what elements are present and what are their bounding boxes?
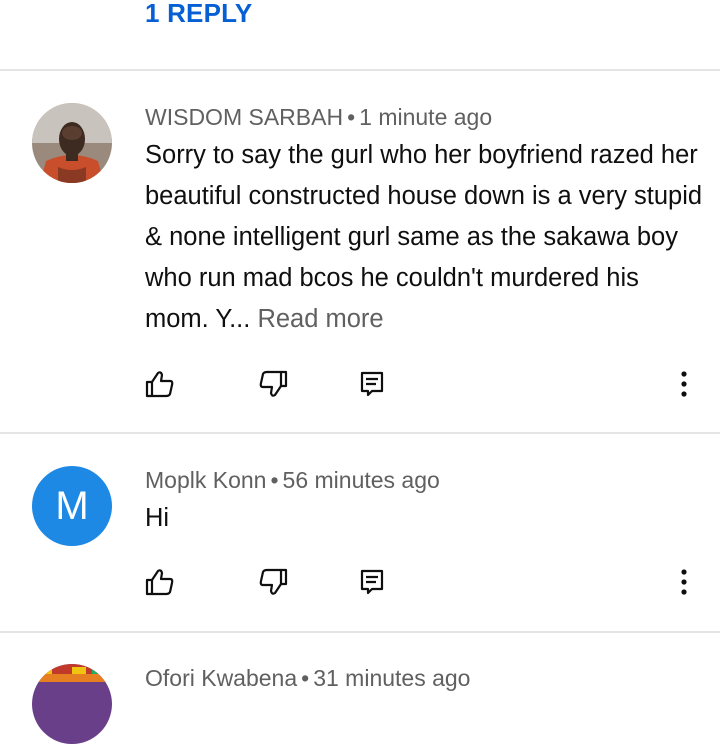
comment-text: Sorry to say the gurl who her boyfriend … bbox=[145, 135, 705, 340]
divider bbox=[0, 432, 720, 434]
divider bbox=[0, 69, 720, 71]
reply-icon bbox=[360, 569, 384, 595]
meta-separator: • bbox=[270, 467, 279, 493]
meta-separator: • bbox=[301, 665, 310, 691]
avatar[interactable] bbox=[32, 103, 112, 183]
more-options-button[interactable] bbox=[666, 564, 702, 600]
thumbs-up-icon bbox=[145, 371, 174, 398]
thumbs-down-icon bbox=[259, 568, 288, 595]
avatar[interactable] bbox=[32, 664, 112, 744]
dislike-button[interactable] bbox=[255, 366, 291, 402]
read-more-link[interactable]: Read more bbox=[257, 305, 383, 333]
author-name[interactable]: Moplk Konn bbox=[145, 467, 266, 493]
comment-body: Hi bbox=[145, 504, 170, 532]
reply-button[interactable] bbox=[354, 366, 390, 402]
thumbs-down-icon bbox=[259, 370, 288, 397]
comment-text: Hi bbox=[145, 498, 705, 539]
like-button[interactable] bbox=[142, 564, 178, 600]
divider bbox=[0, 631, 720, 633]
comment-meta: Moplk Konn • 56 minutes ago bbox=[145, 467, 440, 494]
like-button[interactable] bbox=[142, 366, 178, 402]
meta-separator: • bbox=[347, 104, 356, 130]
reply-button[interactable] bbox=[354, 564, 390, 600]
comment-meta: Ofori Kwabena • 31 minutes ago bbox=[145, 665, 470, 692]
reply-icon bbox=[360, 371, 384, 397]
thumbs-up-icon bbox=[145, 569, 174, 596]
comment-time: 1 minute ago bbox=[359, 104, 493, 130]
author-name[interactable]: WISDOM SARBAH bbox=[145, 104, 343, 130]
comment-time: 31 minutes ago bbox=[313, 665, 471, 691]
comment-actions bbox=[0, 366, 720, 406]
comment-time: 56 minutes ago bbox=[282, 467, 440, 493]
view-replies-link[interactable]: 1 REPLY bbox=[145, 0, 252, 29]
comment-actions bbox=[0, 564, 720, 604]
more-vert-icon bbox=[681, 569, 687, 595]
comment-meta: WISDOM SARBAH • 1 minute ago bbox=[145, 104, 492, 131]
avatar[interactable]: M bbox=[32, 466, 112, 546]
dislike-button[interactable] bbox=[255, 564, 291, 600]
more-vert-icon bbox=[681, 371, 687, 397]
author-name[interactable]: Ofori Kwabena bbox=[145, 665, 297, 691]
comment-body: Sorry to say the gurl who her boyfriend … bbox=[145, 141, 703, 333]
more-options-button[interactable] bbox=[666, 366, 702, 402]
